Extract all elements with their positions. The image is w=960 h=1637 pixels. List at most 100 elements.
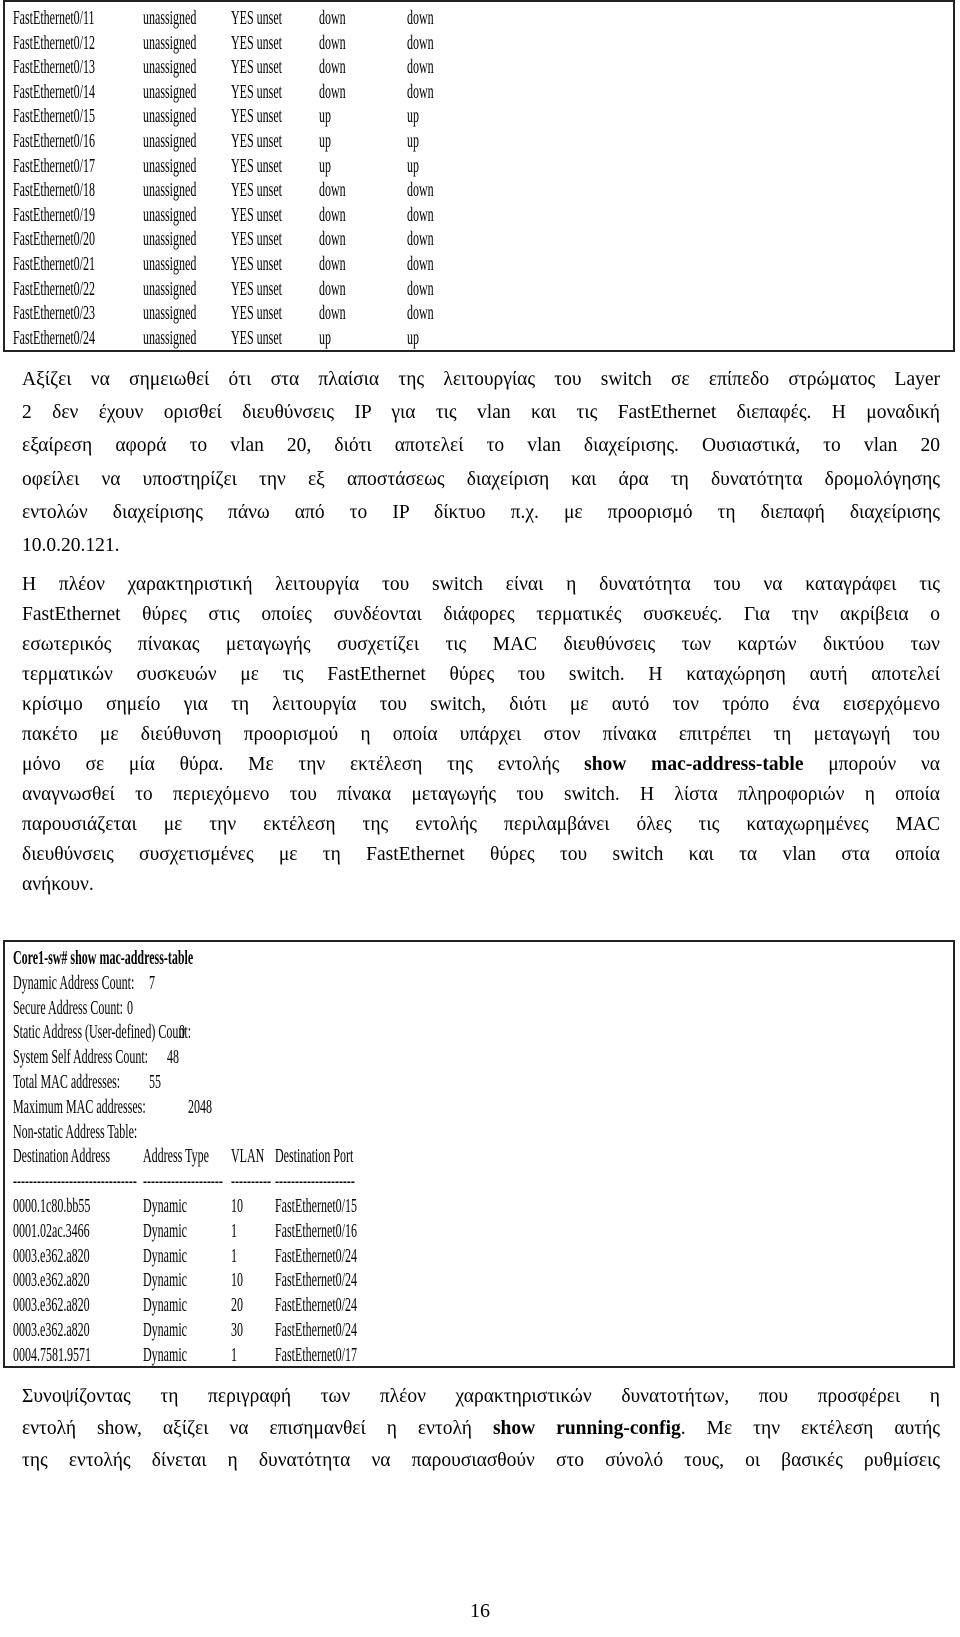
interface-row-cell: down — [319, 277, 346, 300]
mac-row-cell: 0004.7581.9571 — [13, 1343, 91, 1366]
count-line: Dynamic Address Count: 7 — [5, 971, 953, 995]
mac-row-cell: 0001.02ac.3466 — [13, 1219, 90, 1242]
interface-row-cell: down — [319, 302, 346, 325]
interface-row-cell: YES unset — [231, 130, 282, 152]
text-line: διευθύνσεις συσχετισμένες με τη FastEthe… — [22, 840, 940, 870]
interface-row-cell: down — [319, 80, 346, 103]
text-line: πακέτο με διεύθυνση προορισμού η οποία υ… — [22, 720, 940, 750]
interface-row-cell: up — [407, 326, 419, 349]
text-segment: αναγνωσθεί το περιεχόμενο του πίνακα μετ… — [22, 784, 940, 805]
mac-row-cell: 0003.e362.a820 — [13, 1269, 90, 1292]
text-segment: εξαίρεση αφορά το vlan 20, διότι αποτελε… — [22, 435, 940, 457]
mac-row-cell: 30 — [231, 1319, 243, 1341]
text-segment: εντολών διαχείρισης πάνω από το IP δίκτυ… — [22, 501, 940, 523]
interface-row-cell: FastEthernet0/22 — [13, 277, 95, 300]
table-header-cell: VLAN — [231, 1145, 265, 1168]
interface-row-cell: FastEthernet0/14 — [13, 80, 95, 103]
page-number: 16 — [470, 1600, 490, 1622]
interface-row-cell: YES unset — [231, 31, 282, 54]
interface-row: FastEthernet0/21 unassigned YES unset down d… — [5, 252, 953, 276]
text-segment: της εντολής δίνεται η δυνατότητα να παρο… — [22, 1450, 940, 1471]
interface-row-cell: YES unset — [231, 277, 282, 300]
table-divider-cell: -------------------- — [275, 1170, 355, 1193]
mac-row-cell: 0003.e362.a820 — [13, 1244, 90, 1267]
text-segment: διευθύνσεις συσχετισμένες με τη FastEthe… — [22, 844, 940, 865]
interface-row: FastEthernet0/24 unassigned YES unset up up — [5, 326, 953, 350]
count-line: Maximum MAC addresses: 2048 — [5, 1095, 953, 1119]
interface-row-cell: unassigned — [143, 302, 197, 325]
text-segment: κρίσιμο σημείο για τη λειτουργία του swi… — [22, 694, 940, 715]
text-line: τερματικών συσκευών με τις FastEthernet … — [22, 660, 940, 690]
interface-row-cell: down — [407, 253, 434, 275]
interface-row-cell: YES unset — [231, 326, 282, 349]
interface-row-cell: FastEthernet0/20 — [13, 228, 95, 251]
count-line-cell: 48 — [167, 1046, 179, 1069]
count-line: Total MAC addresses: 55 — [5, 1070, 953, 1094]
interface-row-cell: down — [319, 31, 346, 54]
interface-status-table: FastEthernet0/11 unassigned YES unset down d… — [3, 0, 955, 352]
text-segment: μόνο σε μία θύρα. Με την εκτέλεση της εν… — [22, 754, 585, 775]
interface-row-cell: YES unset — [231, 302, 282, 325]
mac-row-cell: FastEthernet0/24 — [275, 1319, 357, 1341]
text-line: της εντολής δίνεται η δυνατότητα να παρο… — [22, 1446, 940, 1476]
count-line: Secure Address Count: 0 — [5, 996, 953, 1020]
mac-row-cell: Dynamic — [143, 1195, 187, 1217]
count-line: System Self Address Count: 48 — [5, 1045, 953, 1069]
table-title: Non-static Address Table: — [5, 1120, 953, 1144]
interface-row-cell: up — [319, 154, 331, 177]
interface-row-cell: FastEthernet0/24 — [13, 326, 95, 349]
interface-row-cell: up — [407, 130, 419, 152]
interface-row-cell: YES unset — [231, 253, 282, 275]
interface-row: FastEthernet0/18 unassigned YES unset down d… — [5, 178, 953, 202]
mac-row-cell: 1 — [231, 1343, 237, 1366]
text-line: Η πλέον χαρακτηριστική λειτουργία του sw… — [22, 570, 940, 600]
interface-row-cell: unassigned — [143, 7, 197, 29]
mac-row-cell: 0003.e362.a820 — [13, 1319, 90, 1341]
mac-address-table-output: Core1-sw# show mac-address-table Dynamic … — [3, 940, 955, 1368]
interface-row-cell: YES unset — [231, 56, 282, 79]
count-line-cell: Dynamic Address Count: — [13, 971, 135, 994]
count-line-cell: System Self Address Count: — [13, 1046, 149, 1069]
text-line: κρίσιμο σημείο για τη λειτουργία του swi… — [22, 690, 940, 720]
text-segment: εσωτερικός πίνακας μεταγωγής συσχετίζει … — [22, 634, 940, 655]
interface-row-cell: FastEthernet0/17 — [13, 154, 95, 177]
text-line: 10.0.20.121. — [22, 531, 940, 561]
mac-row: 0003.e362.a820 Dynamic 10 FastEthernet0/24 — [5, 1268, 953, 1292]
interface-row-cell: FastEthernet0/15 — [13, 105, 95, 128]
command-line: Core1-sw# show mac-address-table — [5, 946, 953, 970]
interface-row-cell: down — [319, 228, 346, 251]
mac-row-cell: Dynamic — [143, 1269, 187, 1292]
text-segment: παρουσιάζεται με την εκτέλεση της εντολή… — [22, 814, 940, 835]
interface-row-cell: YES unset — [231, 7, 282, 29]
interface-row-cell: up — [319, 130, 331, 152]
interface-row-cell: unassigned — [143, 203, 197, 226]
text-segment: οφείλει να υποστηρίζει την εξ αποστάσεως… — [22, 468, 940, 490]
count-line-cell: Maximum MAC addresses: — [13, 1095, 146, 1118]
text-segment: Αξίζει να σημειωθεί ότι στα πλαίσια της … — [22, 369, 940, 390]
mac-row-cell: 1 — [231, 1219, 237, 1242]
text-line: μόνο σε μία θύρα. Με την εκτέλεση της εν… — [22, 750, 940, 780]
table-title-cell: Non-static Address Table: — [13, 1120, 138, 1143]
mac-row: 0001.02ac.3466 Dynamic 1 FastEthernet0/16 — [5, 1219, 953, 1243]
interface-row-cell: down — [407, 228, 434, 251]
interface-row-cell: down — [407, 31, 434, 54]
interface-row: FastEthernet0/15 unassigned YES unset up up — [5, 104, 953, 128]
interface-row-cell: FastEthernet0/12 — [13, 31, 95, 54]
interface-row-cell: FastEthernet0/16 — [13, 130, 95, 152]
interface-row-cell: YES unset — [231, 203, 282, 226]
count-line-cell: 0 — [127, 996, 133, 1019]
text-segment: 10.0.20.121. — [22, 535, 120, 556]
count-line-cell: 2048 — [188, 1095, 212, 1118]
text-segment: τερματικών συσκευών με τις FastEthernet … — [22, 664, 940, 685]
interface-row-cell: down — [407, 203, 434, 226]
mac-row-cell: FastEthernet0/24 — [275, 1294, 357, 1317]
text-line: οφείλει να υποστηρίζει την εξ αποστάσεως… — [22, 465, 940, 495]
interface-row-cell: up — [319, 326, 331, 349]
mac-row-cell: Dynamic — [143, 1343, 187, 1366]
text-line: Αξίζει να σημειωθεί ότι στα πλαίσια της … — [22, 365, 940, 395]
text-segment: μπορούν να — [803, 754, 940, 775]
interface-row-cell: FastEthernet0/23 — [13, 302, 95, 325]
table-header-cell: Address Type — [143, 1145, 209, 1168]
count-line-cell: Static Address (User-defined) Count: — [13, 1021, 192, 1044]
interface-row-cell: unassigned — [143, 80, 197, 103]
